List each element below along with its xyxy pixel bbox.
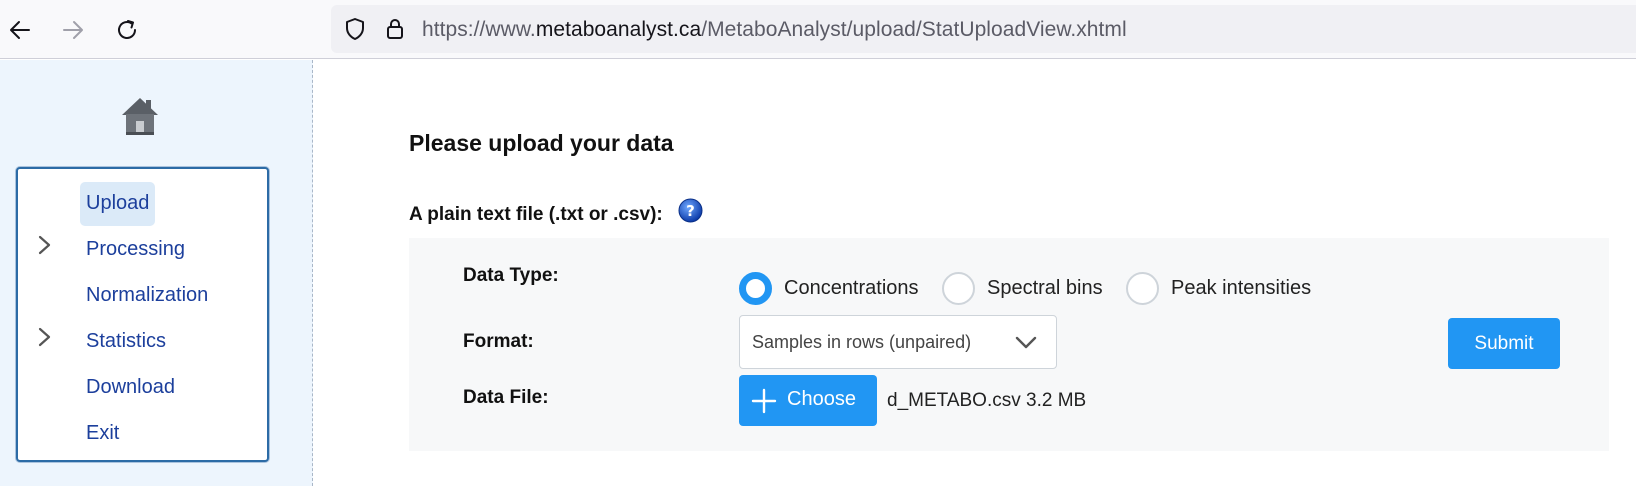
sidebar-item-label: Download [86, 376, 175, 398]
radio-peak-intensities[interactable]: Peak intensities [1126, 271, 1311, 305]
sidebar-item-download[interactable]: Download [18, 360, 267, 404]
radio-label: Concentrations [784, 276, 919, 299]
upload-form-panel: Data Type: Concentrations Spectral bins … [409, 238, 1609, 451]
format-select[interactable]: Samples in rows (unpaired) [739, 315, 1057, 369]
help-icon[interactable]: ? [678, 198, 703, 223]
home-icon[interactable] [120, 95, 160, 137]
radio-concentrations[interactable]: Concentrations [739, 271, 919, 305]
reload-icon [118, 20, 136, 39]
sidebar: Upload Processing Normalization Statisti… [0, 60, 313, 486]
forward-button[interactable] [53, 10, 93, 50]
radio-label: Peak intensities [1171, 276, 1312, 299]
svg-text:?: ? [686, 202, 695, 220]
back-button[interactable] [0, 10, 40, 50]
radio-label: Spectral bins [987, 276, 1103, 299]
url-path: /MetaboAnalyst/upload/StatUploadView.xht… [701, 18, 1127, 41]
submit-button-label: Submit [1474, 333, 1534, 354]
url-bar[interactable]: https://www.metaboanalyst.ca/MetaboAnaly… [331, 5, 1636, 53]
data-type-label: Data Type: [463, 265, 559, 286]
format-label: Format: [463, 331, 534, 352]
reload-button[interactable] [107, 10, 147, 50]
radio-spectral-bins[interactable]: Spectral bins [942, 271, 1103, 305]
back-arrow-icon [10, 21, 30, 39]
choose-file-button[interactable]: Choose [739, 375, 877, 426]
sidebar-item-statistics[interactable]: Statistics [18, 314, 267, 358]
sidebar-item-label: Upload [80, 182, 156, 226]
sidebar-item-label: Processing [86, 238, 185, 260]
url-prefix: https://www. [422, 18, 536, 41]
shield-icon[interactable] [343, 17, 367, 41]
browser-toolbar: https://www.metaboanalyst.ca/MetaboAnaly… [0, 0, 1636, 59]
selected-file-info: d_METABO.csv 3.2 MB [887, 390, 1087, 411]
format-selected-value: Samples in rows (unpaired) [752, 332, 972, 352]
plus-icon [751, 388, 777, 414]
sidebar-item-label: Statistics [86, 330, 167, 352]
radio-circle[interactable] [1126, 271, 1159, 305]
forward-arrow-icon [63, 21, 83, 39]
submit-button[interactable]: Submit [1448, 318, 1560, 369]
chevron-right-icon[interactable] [34, 326, 54, 348]
sidebar-menu: Upload Processing Normalization Statisti… [16, 167, 269, 462]
sidebar-item-upload[interactable]: Upload [18, 176, 267, 226]
chevron-right-icon[interactable] [34, 234, 54, 256]
url-host: metaboanalyst.ca [535, 18, 702, 41]
sidebar-item-normalization[interactable]: Normalization [18, 268, 267, 312]
radio-circle[interactable] [739, 271, 772, 305]
chevron-down-icon[interactable] [1014, 332, 1038, 354]
upload-section-label: A plain text file (.txt or .csv): [409, 204, 663, 225]
sidebar-item-exit[interactable]: Exit [18, 406, 267, 450]
data-file-label: Data File: [463, 387, 549, 408]
sidebar-item-label: Exit [86, 422, 120, 444]
sidebar-item-label: Normalization [86, 284, 209, 306]
page-title: Please upload your data [409, 130, 674, 156]
choose-button-label: Choose [787, 388, 856, 410]
sidebar-item-processing[interactable]: Processing [18, 222, 267, 266]
radio-circle[interactable] [942, 271, 975, 305]
url-text[interactable]: https://www.metaboanalyst.ca/MetaboAnaly… [422, 18, 1127, 42]
lock-icon[interactable] [383, 17, 407, 41]
